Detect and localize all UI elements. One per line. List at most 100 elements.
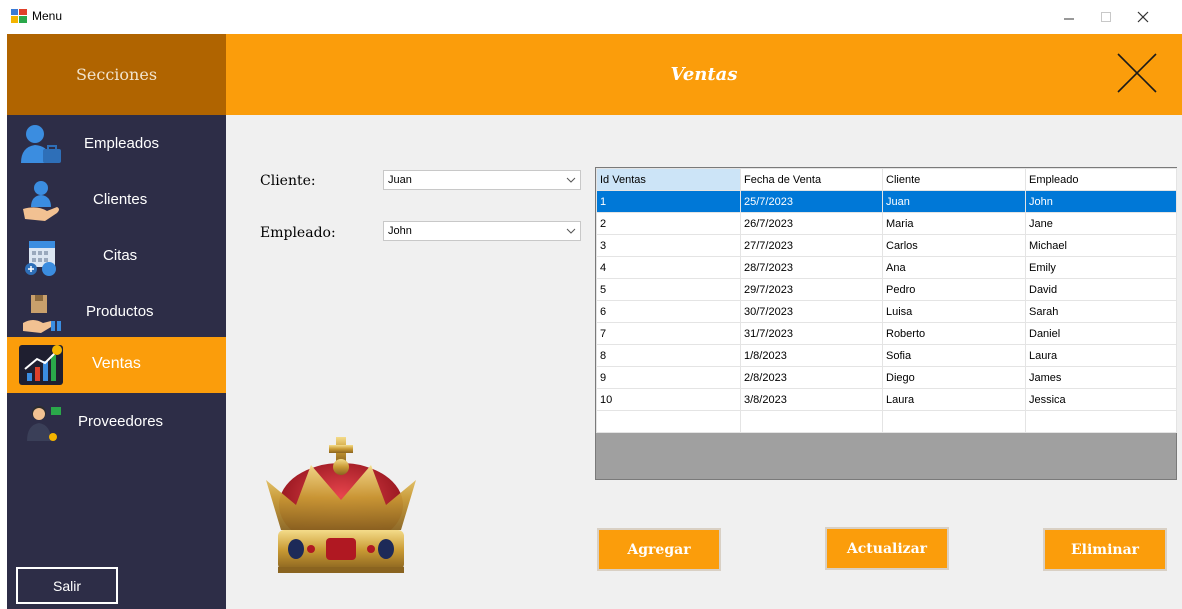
delete-button[interactable]: Eliminar (1043, 528, 1167, 571)
cell-id[interactable]: 8 (596, 344, 741, 367)
sidebar-item-ventas[interactable]: Ventas (7, 337, 226, 393)
cell-empleado[interactable]: Jane (1025, 212, 1177, 235)
table-row[interactable]: 8 1/8/2023 Sofia Laura (596, 344, 1177, 367)
table-row[interactable]: 4 28/7/2023 Ana Emily (596, 256, 1177, 279)
cell-cliente[interactable]: Laura (882, 388, 1026, 411)
sidebar-item-label: Proveedores (78, 413, 164, 430)
main-panel: Cliente: Juan Empleado: John Id Ventas F… (226, 115, 1182, 609)
cell-cliente[interactable]: Pedro (882, 278, 1026, 301)
column-header-fecha[interactable]: Fecha de Venta (740, 168, 883, 191)
cell-cliente[interactable]: Carlos (882, 234, 1026, 257)
sidebar-header: Secciones (7, 34, 226, 115)
cell-empleado[interactable]: Jessica (1025, 388, 1177, 411)
cell-empleado[interactable]: James (1025, 366, 1177, 389)
cell-fecha[interactable]: 1/8/2023 (740, 344, 883, 367)
cell-id[interactable]: 5 (596, 278, 741, 301)
sidebar-item-citas[interactable]: Citas (7, 229, 226, 285)
sales-chart-icon (19, 345, 63, 385)
cell-fecha[interactable]: 25/7/2023 (740, 190, 883, 213)
column-header-id-ventas[interactable]: Id Ventas (596, 168, 741, 191)
new-row[interactable] (596, 410, 1177, 433)
sales-grid[interactable]: Id Ventas Fecha de Venta Cliente Emplead… (595, 167, 1177, 480)
cell-empleado[interactable]: Daniel (1025, 322, 1177, 345)
cell-empleado[interactable] (1025, 410, 1177, 433)
suppliers-icon (27, 406, 61, 441)
column-header-empleado[interactable]: Empleado (1025, 168, 1177, 191)
sidebar-item-label: Productos (86, 303, 154, 320)
empleado-label: Empleado: (260, 225, 336, 241)
page-title: Ventas (670, 64, 738, 85)
cell-id[interactable]: 9 (596, 366, 741, 389)
sidebar-item-label: Empleados (84, 135, 160, 152)
close-form-button[interactable] (1116, 52, 1158, 94)
cell-empleado[interactable]: Emily (1025, 256, 1177, 279)
table-row[interactable]: 5 29/7/2023 Pedro David (596, 278, 1177, 301)
sidebar-item-label: Ventas (92, 355, 141, 372)
cell-id[interactable]: 10 (596, 388, 741, 411)
cell-fecha[interactable]: 29/7/2023 (740, 278, 883, 301)
cell-empleado[interactable]: Sarah (1025, 300, 1177, 323)
exit-button[interactable]: Salir (16, 567, 118, 604)
column-header-cliente[interactable]: Cliente (882, 168, 1026, 191)
minimize-icon (1064, 18, 1074, 20)
window-title: Menu (32, 9, 63, 23)
sidebar-item-empleados[interactable]: Empleados (7, 117, 226, 173)
cell-cliente[interactable]: Juan (882, 190, 1026, 213)
cell-id[interactable]: 2 (596, 212, 741, 235)
table-row[interactable]: 9 2/8/2023 Diego James (596, 366, 1177, 389)
window-titlebar: Menu (0, 0, 1182, 34)
clients-icon (23, 181, 59, 221)
sidebar-item-proveedores[interactable]: Proveedores (7, 395, 226, 451)
table-row[interactable]: 1 25/7/2023 Juan John (596, 190, 1177, 213)
calendar-icon (25, 241, 56, 276)
cell-cliente[interactable]: Roberto (882, 322, 1026, 345)
table-row[interactable]: 6 30/7/2023 Luisa Sarah (596, 300, 1177, 323)
cell-id[interactable]: 3 (596, 234, 741, 257)
cell-fecha[interactable]: 3/8/2023 (740, 388, 883, 411)
cell-empleado[interactable]: John (1025, 190, 1177, 213)
sidebar: Secciones Empleados Clientes Citas Produ… (7, 34, 226, 609)
cell-fecha[interactable]: 30/7/2023 (740, 300, 883, 323)
app-window-icon (11, 9, 27, 23)
sales-table: Id Ventas Fecha de Venta Cliente Emplead… (596, 168, 1177, 433)
cell-fecha[interactable] (740, 410, 883, 433)
close-window-button[interactable] (1128, 6, 1158, 28)
cell-id[interactable]: 4 (596, 256, 741, 279)
cell-fecha[interactable]: 27/7/2023 (740, 234, 883, 257)
cell-id[interactable]: 7 (596, 322, 741, 345)
cell-empleado[interactable]: Laura (1025, 344, 1177, 367)
table-row[interactable]: 7 31/7/2023 Roberto Daniel (596, 322, 1177, 345)
cell-cliente[interactable]: Ana (882, 256, 1026, 279)
cell-id[interactable]: 6 (596, 300, 741, 323)
cell-empleado[interactable]: Michael (1025, 234, 1177, 257)
chevron-down-icon (566, 228, 576, 234)
add-button[interactable]: Agregar (597, 528, 721, 571)
cell-id[interactable] (596, 410, 741, 433)
cliente-select[interactable]: Juan (383, 170, 581, 190)
cell-empleado[interactable]: David (1025, 278, 1177, 301)
minimize-button[interactable] (1054, 6, 1084, 28)
cell-fecha[interactable]: 2/8/2023 (740, 366, 883, 389)
empleado-select[interactable]: John (383, 221, 581, 241)
cell-cliente[interactable]: Maria (882, 212, 1026, 235)
cliente-label: Cliente: (260, 173, 316, 189)
cell-cliente[interactable]: Diego (882, 366, 1026, 389)
cell-fecha[interactable]: 26/7/2023 (740, 212, 883, 235)
update-button[interactable]: Actualizar (825, 527, 949, 570)
chevron-down-icon (566, 177, 576, 183)
cell-cliente[interactable]: Sofia (882, 344, 1026, 367)
table-row[interactable]: 2 26/7/2023 Maria Jane (596, 212, 1177, 235)
sidebar-item-clientes[interactable]: Clientes (7, 173, 226, 229)
cell-fecha[interactable]: 31/7/2023 (740, 322, 883, 345)
close-icon (1137, 11, 1149, 23)
sidebar-item-productos[interactable]: Productos (7, 285, 226, 341)
products-icon (23, 295, 61, 333)
sidebar-item-label: Clientes (93, 191, 148, 208)
cell-id[interactable]: 1 (596, 190, 741, 213)
table-row[interactable]: 3 27/7/2023 Carlos Michael (596, 234, 1177, 257)
cell-cliente[interactable]: Luisa (882, 300, 1026, 323)
table-row[interactable]: 10 3/8/2023 Laura Jessica (596, 388, 1177, 411)
cell-cliente[interactable] (882, 410, 1026, 433)
maximize-button[interactable] (1091, 6, 1121, 28)
cell-fecha[interactable]: 28/7/2023 (740, 256, 883, 279)
